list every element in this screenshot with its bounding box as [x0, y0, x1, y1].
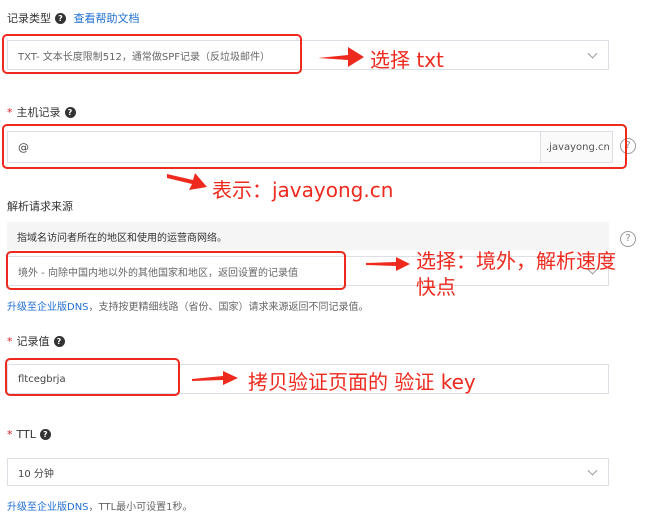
annotation-arrow-icon: [167, 173, 207, 190]
ttl-label: TTL: [16, 428, 36, 441]
annotation-value: 拷贝验证页面的 验证 key: [248, 370, 476, 394]
annotation-box-record-type: [2, 34, 302, 74]
request-source-upgrade-row: 升级至企业版DNS，支持按更精细线路（省份、国家）请求来源返回不同记录值。: [7, 298, 369, 313]
host-record-label-row: * 主机记录?: [7, 104, 76, 120]
ttl-value: 10 分钟: [18, 468, 54, 480]
ttl-upgrade-row: 升级至企业版DNS，TTL最小可设置1秒。: [7, 498, 193, 513]
annotation-arrow-icon: [192, 371, 238, 385]
ttl-label-row: * TTL?: [7, 428, 51, 441]
help-badge-icon[interactable]: ?: [64, 107, 76, 118]
record-type-label: 记录类型: [7, 12, 51, 25]
host-record-label: 主机记录: [16, 106, 61, 119]
annotation-host: 表示：javayong.cn: [212, 178, 394, 202]
record-value-label: 记录值: [16, 335, 50, 348]
annotation-region: 选择：境外，解析速度 快点: [416, 248, 616, 300]
annotation-arrow-icon: [318, 47, 364, 67]
ttl-upgrade-hint: ，TTL最小可设置1秒。: [88, 502, 193, 513]
upgrade-enterprise-link[interactable]: 升级至企业版DNS: [7, 302, 89, 313]
required-mark: *: [7, 335, 13, 348]
required-mark: *: [7, 106, 13, 119]
help-badge-icon[interactable]: ?: [55, 13, 66, 24]
annotation-arrow-icon: [366, 257, 410, 271]
chevron-down-icon: [587, 48, 598, 59]
annotation-box-value: [5, 358, 180, 396]
required-mark: *: [7, 428, 13, 441]
annotation-txt: 选择 txt: [370, 48, 444, 72]
upgrade-hint: ，支持按更精细线路（省份、国家）请求来源返回不同记录值。: [88, 302, 369, 313]
record-value-label-row: * 记录值?: [7, 333, 65, 349]
help-badge-icon[interactable]: ?: [39, 429, 51, 440]
help-doc-link[interactable]: 查看帮助文档: [74, 12, 140, 25]
record-type-label-row: 记录类型? 查看帮助文档: [7, 10, 140, 26]
help-badge-icon[interactable]: ?: [53, 336, 65, 347]
chevron-down-icon: [587, 465, 598, 476]
request-source-tooltip: 指域名访问者所在的地区和使用的运营商网络。: [7, 222, 609, 250]
ttl-select[interactable]: 10 分钟: [7, 458, 609, 486]
help-circle-icon[interactable]: ?: [620, 231, 636, 247]
request-source-label: 解析请求来源: [7, 200, 73, 213]
annotation-box-host: [2, 124, 627, 169]
annotation-region-line2: 快点: [416, 275, 456, 299]
request-source-tooltip-text: 指域名访问者所在的地区和使用的运营商网络。: [17, 232, 227, 244]
annotation-region-line1: 选择：境外，解析速度: [416, 249, 616, 273]
annotation-box-region: [6, 251, 346, 290]
upgrade-enterprise-link[interactable]: 升级至企业版DNS: [7, 502, 89, 513]
